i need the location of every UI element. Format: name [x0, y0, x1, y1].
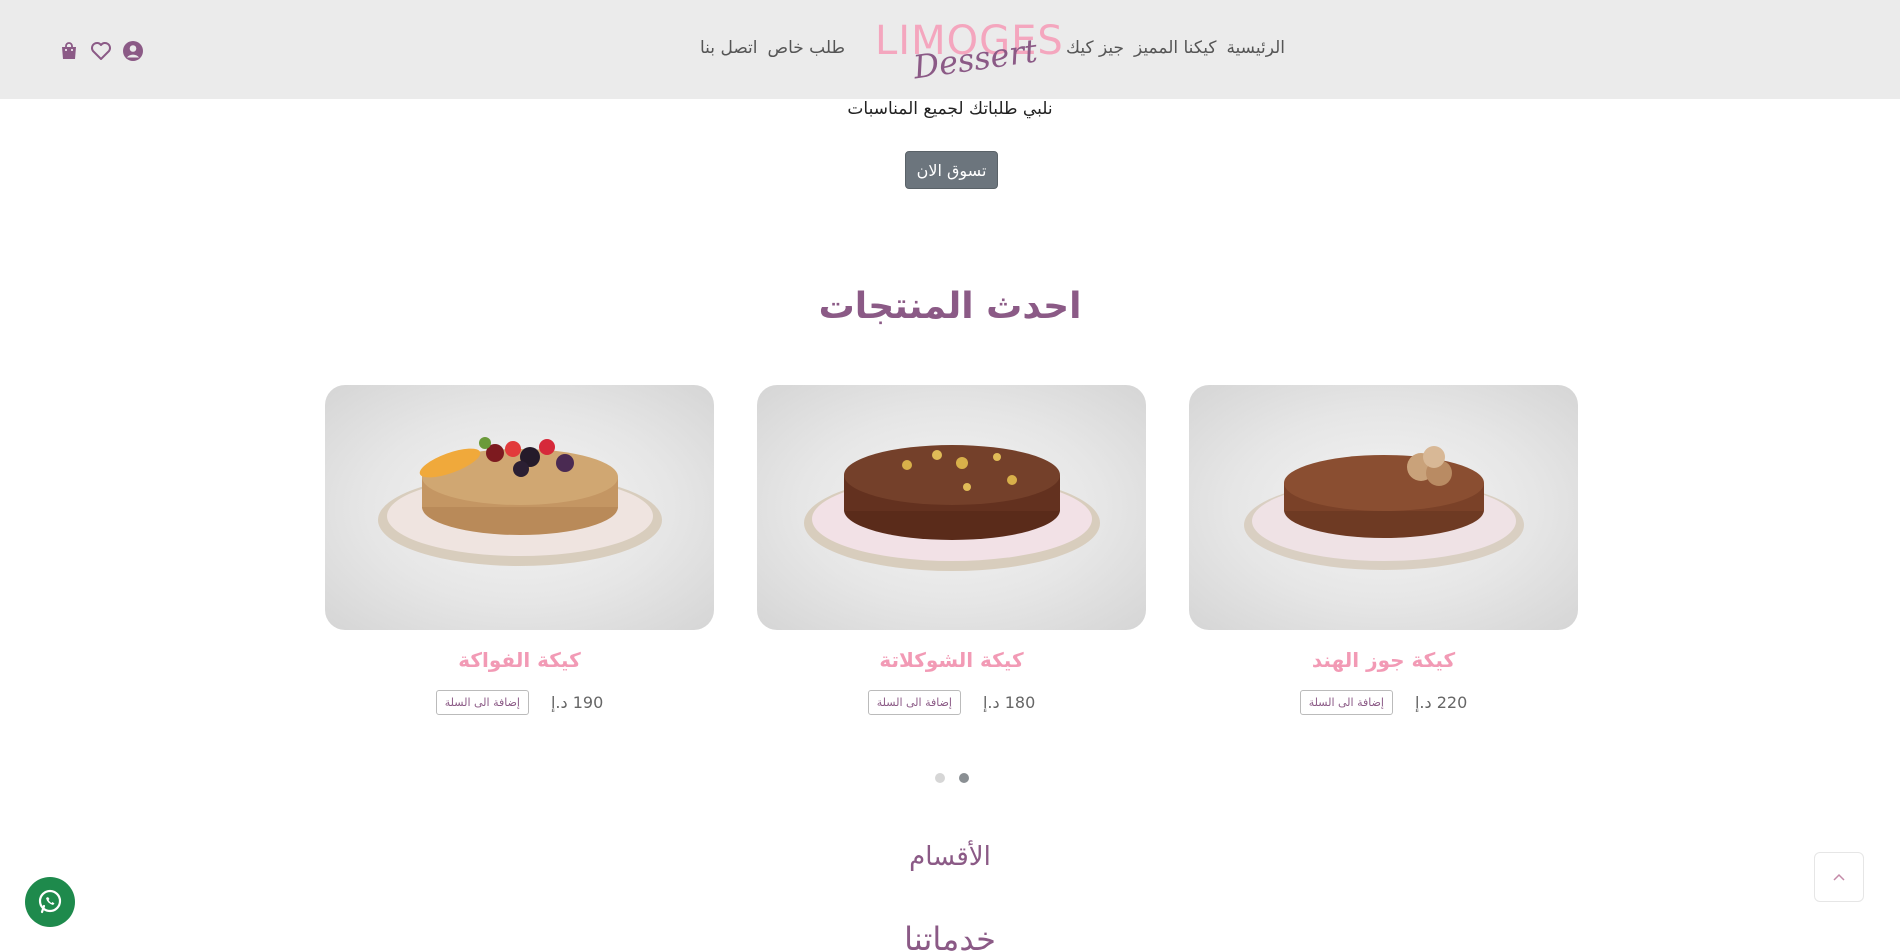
whatsapp-button[interactable]: [25, 877, 75, 927]
product-name[interactable]: كيكة جوز الهند: [1189, 648, 1578, 672]
chevron-up-icon: [1833, 873, 1845, 881]
categories-title: الأقسام: [909, 842, 991, 872]
product-name[interactable]: كيكة الشوكلاتة: [757, 648, 1146, 672]
scroll-to-top-button[interactable]: [1814, 852, 1864, 902]
nav-link-cheesecake[interactable]: جيز كيك: [1066, 38, 1124, 58]
carousel-dot-2[interactable]: [935, 773, 945, 783]
site-header: طلب خاص اتصل بنا LIMOGES Dessert الرئيسي…: [0, 0, 1900, 99]
product-price: 190 د.إ: [550, 693, 604, 712]
product-price: 180 د.إ: [982, 693, 1036, 712]
product-price: 220 د.إ: [1414, 693, 1468, 712]
nav-left: طلب خاص اتصل بنا: [700, 38, 845, 58]
carousel-dots: [935, 773, 969, 783]
whatsapp-icon: [38, 889, 62, 914]
user-icon[interactable]: [122, 40, 144, 62]
shop-now-button[interactable]: تسوق الان: [905, 151, 998, 189]
latest-products-title: احدث المنتجات: [818, 286, 1082, 327]
add-to-cart-button[interactable]: إضافة الى السلة: [435, 690, 529, 715]
product-image[interactable]: [757, 385, 1146, 630]
add-to-cart-button[interactable]: إضافة الى السلة: [1299, 690, 1393, 715]
nav-link-featured-cakes[interactable]: كيكنا المميز: [1134, 38, 1216, 58]
product-card: كيكة جوز الهند 220 د.إ إضافة الى السلة: [1189, 385, 1578, 715]
nav-link-special-order[interactable]: طلب خاص: [768, 38, 846, 58]
nav-link-contact[interactable]: اتصل بنا: [700, 38, 758, 58]
add-to-cart-button[interactable]: إضافة الى السلة: [867, 690, 961, 715]
product-card: كيكة الفواكة 190 د.إ إضافة الى السلة: [325, 385, 714, 715]
nav-link-home[interactable]: الرئيسية: [1226, 38, 1285, 58]
hero-tagline: نلبي طلباتك لجميع المناسبات: [847, 99, 1053, 119]
product-image[interactable]: [325, 385, 714, 630]
heart-icon[interactable]: [90, 40, 112, 62]
services-title: خدماتنا: [904, 920, 996, 951]
product-name[interactable]: كيكة الفواكة: [325, 648, 714, 672]
site-logo[interactable]: LIMOGES Dessert: [875, 18, 1063, 86]
product-image[interactable]: [1189, 385, 1578, 630]
product-card: كيكة الشوكلاتة 180 د.إ إضافة الى السلة: [757, 385, 1146, 715]
shopping-bag-icon[interactable]: [58, 40, 80, 62]
header-icons: [58, 40, 144, 62]
nav-right: الرئيسية كيكنا المميز جيز كيك: [1066, 38, 1285, 58]
carousel-dot-1[interactable]: [959, 773, 969, 783]
